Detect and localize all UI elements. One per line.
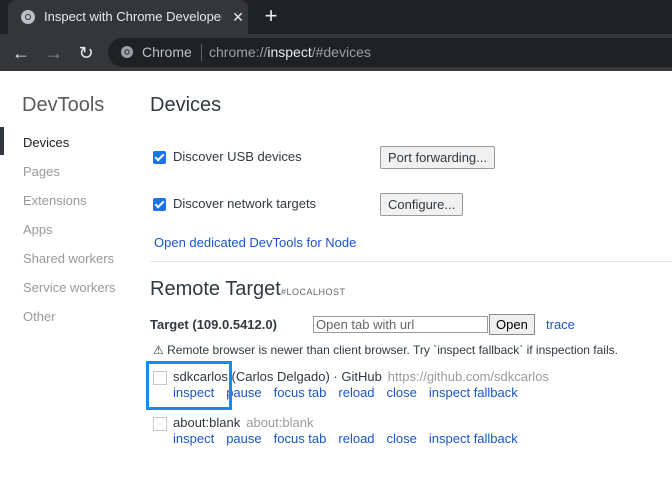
network-discovery-label: Discover network targets	[173, 196, 317, 211]
node-devtools-link[interactable]: Open dedicated DevTools for Node	[154, 235, 356, 251]
usb-discovery-row: Discover USB devices	[153, 149, 302, 165]
url-scheme: chrome://	[209, 44, 268, 60]
highlight-box	[146, 361, 232, 410]
arrow-left-icon[interactable]: ←	[9, 41, 33, 65]
target-version-label: Target (109.0.5412.0)	[150, 317, 277, 332]
sidebar-selection-indicator	[0, 127, 4, 155]
sidebar-item-pages[interactable]: Pages	[23, 164, 60, 180]
reload-icon[interactable]: ↻	[74, 41, 98, 65]
browser-toolbar: ← → ↻ Chrome chrome://inspect/#devices	[0, 34, 672, 71]
remote-target-row: about:blank about:blank inspect pause foc…	[150, 415, 672, 455]
sidebar: DevTools Devices Pages Extensions Apps S…	[0, 71, 140, 483]
sidebar-item-shared-workers[interactable]: Shared workers	[23, 251, 114, 267]
focus-tab-link[interactable]: focus tab	[274, 385, 327, 401]
network-discovery-row: Discover network targets	[153, 196, 316, 212]
browser-tab[interactable]: Inspect with Chrome Developer Tools ✕	[8, 0, 248, 34]
focus-tab-link[interactable]: focus tab	[274, 431, 327, 447]
sidebar-item-devices[interactable]: Devices	[23, 135, 69, 151]
version-warning: ⚠ Remote browser is newer than client br…	[153, 342, 618, 358]
url-path: /#devices	[311, 44, 371, 60]
arrow-right-icon[interactable]: →	[42, 41, 66, 65]
sidebar-item-apps[interactable]: Apps	[23, 222, 53, 238]
remote-target-heading: Remote Target	[150, 278, 281, 300]
target-title: about:blank	[173, 415, 241, 430]
target-name: about:blank about:blank	[173, 415, 313, 431]
url-host: inspect	[267, 44, 312, 60]
network-discovery-checkbox[interactable]	[153, 197, 166, 211]
target-url: https://github.com/sdkcarlos	[387, 369, 549, 384]
reload-link[interactable]: reload	[338, 431, 374, 447]
omnibox-separator	[201, 44, 202, 61]
reload-link[interactable]: reload	[338, 385, 374, 401]
sidebar-item-extensions[interactable]: Extensions	[23, 193, 87, 209]
usb-discovery-checkbox[interactable]	[153, 150, 166, 164]
remote-target-subtitle: #LOCALHOST	[281, 287, 346, 297]
inspect-link[interactable]: inspect	[173, 431, 214, 447]
sidebar-item-other[interactable]: Other	[23, 309, 56, 325]
sidebar-item-service-workers[interactable]: Service workers	[23, 280, 115, 296]
tab-title: Inspect with Chrome Developer Tools	[44, 9, 222, 24]
warning-icon: ⚠	[153, 343, 164, 357]
main-content: Devices Discover USB devices Port forwar…	[146, 71, 672, 483]
open-tab-button[interactable]: Open	[489, 314, 535, 335]
close-icon[interactable]: ✕	[230, 9, 246, 25]
pause-link[interactable]: pause	[226, 431, 261, 447]
open-tab-url-input[interactable]	[313, 316, 488, 333]
chrome-icon	[21, 10, 35, 24]
version-warning-text: Remote browser is newer than client brow…	[167, 343, 618, 357]
address-bar[interactable]: Chrome chrome://inspect/#devices	[108, 38, 672, 67]
trace-link[interactable]: trace	[546, 317, 575, 333]
close-link[interactable]: close	[387, 385, 417, 401]
chrome-icon	[121, 46, 133, 58]
usb-discovery-label: Discover USB devices	[173, 149, 302, 164]
inspect-fallback-link[interactable]: inspect fallback	[429, 385, 518, 401]
close-link[interactable]: close	[387, 431, 417, 447]
devices-heading: Devices	[150, 94, 222, 116]
configure-button[interactable]: Configure...	[380, 193, 464, 216]
inspect-fallback-link[interactable]: inspect fallback	[429, 431, 518, 447]
url-text: chrome://inspect/#devices	[209, 44, 371, 61]
sidebar-title: DevTools	[22, 94, 105, 116]
plus-icon[interactable]: +	[260, 5, 282, 28]
port-forwarding-button[interactable]: Port forwarding...	[380, 146, 495, 169]
target-url: about:blank	[246, 415, 314, 430]
target-actions: inspect pause focus tab reload close ins…	[173, 431, 518, 447]
section-divider	[150, 261, 672, 262]
tab-strip: Inspect with Chrome Developer Tools ✕ +	[0, 0, 672, 34]
target-thumbnail	[153, 417, 167, 431]
site-label: Chrome	[142, 44, 192, 60]
